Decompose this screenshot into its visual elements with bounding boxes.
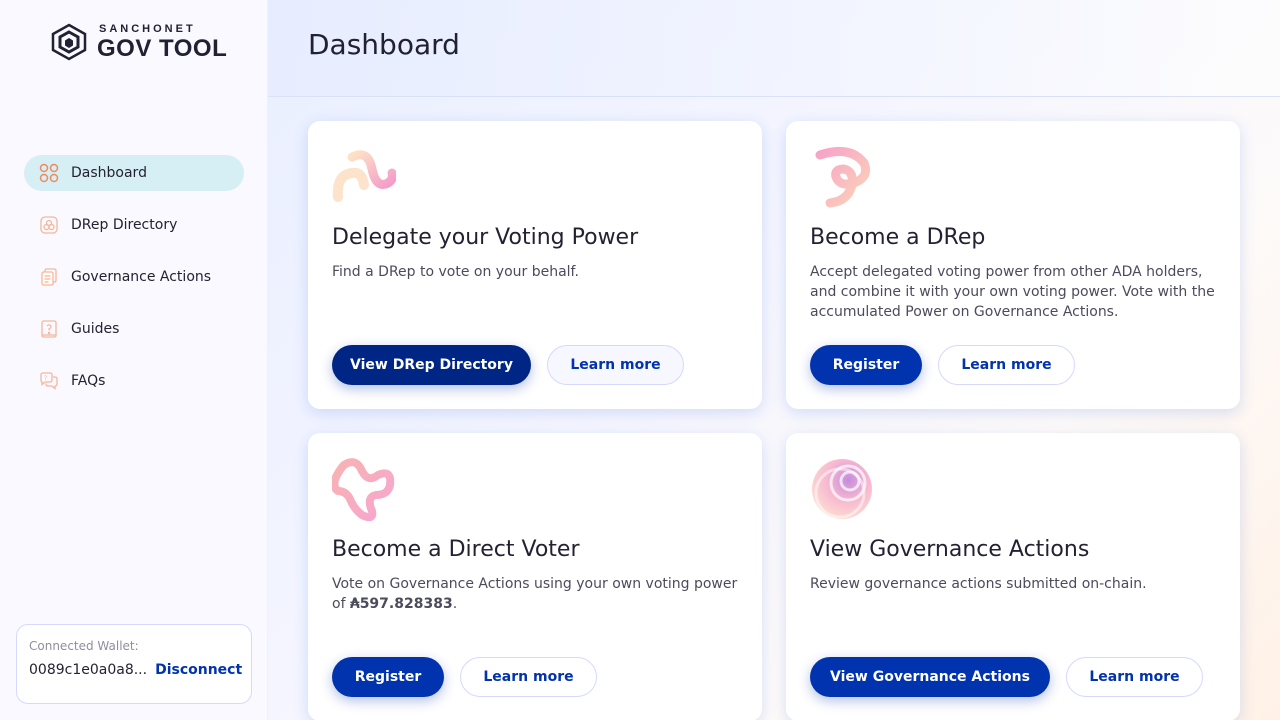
guides-icon [39,319,59,339]
card-direct-voter: Become a Direct Voter Vote on Governance… [308,433,762,720]
card-description-suffix: . [452,596,458,612]
dashboard-icon [39,163,59,183]
learn-more-button[interactable]: Learn more [1066,657,1203,697]
view-governance-actions-button[interactable]: View Governance Actions [810,657,1050,697]
governance-actions-icon [39,267,59,287]
card-description: Find a DRep to vote on your behalf. [332,264,579,280]
main-content: Dashboard Delegate your Voting Power Fin… [268,0,1280,720]
voting-power-amount: ₳597.828383 [349,596,453,612]
page-header: Dashboard [268,0,1280,97]
direct-voter-illustration-icon [332,458,395,521]
card-delegate: Delegate your Voting Power Find a DRep t… [308,121,762,409]
page-title: Dashboard [308,28,460,61]
card-title: Delegate your Voting Power [332,225,639,250]
sidebar-item-label: Dashboard [71,165,147,181]
logo-subtitle: SANCHONET [99,22,196,35]
card-view-governance-actions: View Governance Actions Review governanc… [786,433,1240,720]
faqs-icon: ? [39,371,59,391]
delegate-illustration-icon [332,150,396,202]
logo[interactable]: SANCHONET GOV TOOL [49,22,227,62]
govtool-logo-icon [51,23,87,61]
wallet-label: Connected Wallet: [29,639,139,653]
card-description: Vote on Governance Actions using your ow… [332,574,742,614]
sidebar-item-label: FAQs [71,373,106,389]
sidebar-item-label: Governance Actions [71,269,212,285]
card-description: Accept delegated voting power from other… [810,264,1215,320]
card-become-drep: Become a DRep Accept delegated voting po… [786,121,1240,409]
sidebar-item-label: DRep Directory [71,217,178,233]
sidebar: SANCHONET GOV TOOL Dashboard DRep Direct… [0,0,268,720]
drep-directory-icon [39,215,59,235]
governance-actions-illustration-icon [812,459,872,519]
logo-title: GOV TOOL [97,34,228,62]
register-direct-voter-button[interactable]: Register [332,657,444,697]
sidebar-item-governance-actions[interactable]: Governance Actions [24,259,244,295]
sidebar-item-dashboard[interactable]: Dashboard [24,155,244,191]
wallet-address: 0089c1e0a0a8... [29,662,148,678]
card-title: View Governance Actions [810,537,1090,562]
sidebar-nav: Dashboard DRep Directory Governance Acti… [24,155,244,415]
svg-text:?: ? [44,375,47,382]
card-title: Become a DRep [810,225,986,250]
register-drep-button[interactable]: Register [810,345,922,385]
sidebar-item-guides[interactable]: Guides [24,311,244,347]
card-title: Become a Direct Voter [332,537,580,562]
view-drep-directory-button[interactable]: View DRep Directory [332,345,531,385]
learn-more-button[interactable]: Learn more [938,345,1075,385]
sidebar-item-label: Guides [71,321,120,337]
learn-more-button[interactable]: Learn more [547,345,684,385]
sidebar-item-drep-directory[interactable]: DRep Directory [24,207,244,243]
learn-more-button[interactable]: Learn more [460,657,597,697]
card-description: Review governance actions submitted on-c… [810,576,1147,592]
drep-illustration-icon [815,146,871,208]
connected-wallet-panel: Connected Wallet: 0089c1e0a0a8... Discon… [16,624,252,704]
disconnect-button[interactable]: Disconnect [155,662,242,678]
sidebar-item-faqs[interactable]: ? FAQs [24,363,244,399]
